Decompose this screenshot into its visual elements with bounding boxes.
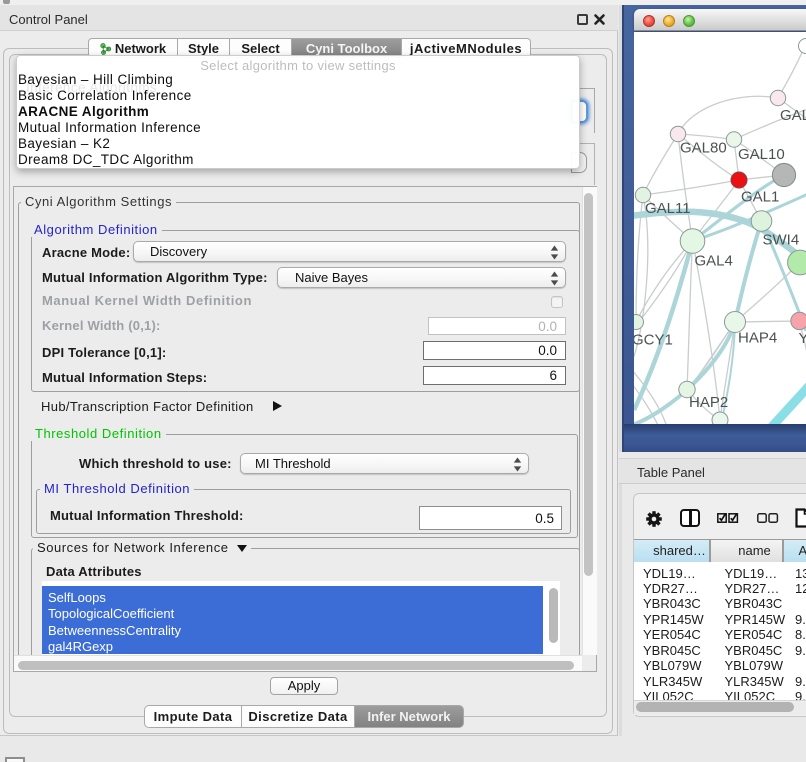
- svg-text:GCY1: GCY1: [634, 332, 673, 349]
- svg-text:HAP2: HAP2: [689, 394, 728, 411]
- svg-text:SWI4: SWI4: [763, 232, 800, 249]
- svg-text:GAL4: GAL4: [695, 253, 733, 270]
- svg-text:GAL80: GAL80: [680, 140, 727, 157]
- svg-text:GAL11: GAL11: [645, 200, 691, 217]
- svg-text:Y: Y: [799, 330, 806, 347]
- svg-text:GAL1: GAL1: [741, 189, 779, 206]
- svg-text:HAP4: HAP4: [738, 330, 777, 347]
- svg-text:GAL10: GAL10: [738, 146, 785, 163]
- svg-text:GAL: GAL: [780, 107, 806, 124]
